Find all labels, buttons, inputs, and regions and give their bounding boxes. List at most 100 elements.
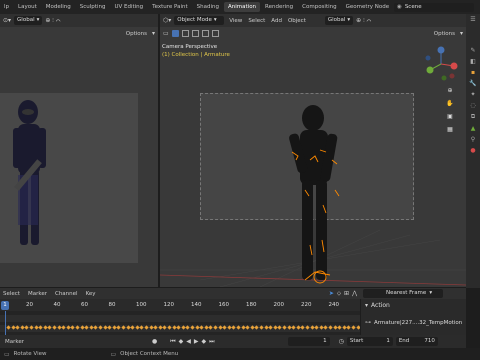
chevron-down-icon: ▾: [36, 17, 40, 23]
snap-toggle-icon[interactable]: ⊞: [344, 290, 349, 297]
timeline-tracks[interactable]: [0, 311, 360, 335]
right-orientation-dropdown[interactable]: Global ▾: [324, 16, 354, 25]
select-mode-intersect[interactable]: [211, 30, 219, 37]
start-frame-field[interactable]: Start 1: [346, 337, 393, 346]
select-mode-extend[interactable]: [181, 30, 189, 37]
editor-type-icon[interactable]: ⬡▾: [163, 17, 171, 24]
play-reverse-icon[interactable]: ◀: [186, 338, 191, 345]
particles-icon[interactable]: ✦: [470, 91, 475, 98]
right-tool-row: ▭ Options ▾: [160, 27, 466, 40]
timeline-menu-key[interactable]: Key: [84, 291, 98, 297]
right-options-menu[interactable]: Options: [432, 31, 457, 37]
timeline-ruler[interactable]: 120406080100120140160180200220240 1: [0, 299, 360, 311]
end-label: End: [398, 338, 410, 344]
start-value: 1: [386, 338, 390, 344]
camera-properties-icon[interactable]: ◧: [470, 58, 476, 65]
menu-add[interactable]: Add: [269, 18, 284, 24]
grid-icon[interactable]: ▦: [445, 124, 455, 134]
constraints-icon[interactable]: ⧉: [471, 113, 475, 121]
proportional-icon[interactable]: ⋀: [352, 290, 357, 297]
workspace-tab-rendering[interactable]: Rendering: [261, 2, 297, 12]
tool-icon[interactable]: ✎: [470, 47, 475, 54]
menu-select[interactable]: Select: [246, 18, 267, 24]
modifier-icon[interactable]: 🔧: [469, 80, 476, 87]
workspace-tab-layout[interactable]: Layout: [14, 2, 41, 12]
workspace-tab-animation[interactable]: Animation: [224, 2, 261, 12]
physics-icon[interactable]: ◌: [470, 102, 475, 109]
chevron-down-icon: ▾: [459, 30, 463, 37]
chevron-down-icon: ▾: [213, 17, 217, 23]
render-properties-icon[interactable]: ☰: [470, 16, 475, 23]
timeline-header: Select Marker Channel Key ➤ ⬦ ⊞ ⋀: [0, 288, 360, 299]
bone-icon[interactable]: ⚲: [471, 136, 475, 143]
hand-pan-icon[interactable]: ✋: [445, 98, 455, 108]
chevron-down-icon[interactable]: ▾: [365, 302, 368, 309]
character-figure-left: [13, 100, 46, 245]
timeline-tick: 240: [328, 302, 340, 308]
zoom-icon[interactable]: ⊕: [445, 85, 455, 95]
prev-keyframe-icon[interactable]: ◆: [179, 338, 184, 345]
workspace-tab-uv-editing[interactable]: UV Editing: [110, 2, 147, 12]
select-tool-icon[interactable]: ➤: [329, 290, 334, 297]
current-frame-field[interactable]: 1: [287, 337, 330, 346]
timeline-tick: 20: [26, 302, 33, 308]
jump-end-icon[interactable]: ⏭: [209, 338, 214, 346]
workspace-tab-modeling[interactable]: Modeling: [42, 2, 75, 12]
workspace-tab-lp[interactable]: lp: [0, 2, 13, 12]
left-options-menu[interactable]: Options: [124, 31, 149, 37]
navigation-gizmo[interactable]: [422, 44, 460, 82]
workspace-tab-sculpting[interactable]: Sculpting: [76, 2, 110, 12]
mouse-icon: ▭: [4, 350, 10, 358]
snap-icon[interactable]: ⊕ ⫶ ⌒: [45, 17, 60, 25]
workspace-tab-texture-paint[interactable]: Texture Paint: [148, 2, 192, 12]
timeline-menu-marker[interactable]: Marker: [26, 291, 49, 297]
timeline-tick: 40: [53, 302, 61, 308]
status-left-text: Rotate View: [13, 351, 47, 357]
next-keyframe-icon[interactable]: ◆: [202, 338, 207, 345]
right-viewport[interactable]: Camera Perspective (1) Collection | Arma…: [160, 40, 466, 287]
workspace-tab-shading[interactable]: Shading: [193, 2, 223, 12]
properties-sidebar: ☰ ✎ ◧ ▪ 🔧 ✦ ◌ ⧉ ▲ ⚲ ●: [466, 14, 480, 288]
filter-icon[interactable]: ⬦: [337, 290, 341, 298]
workspace-tab-geometry-node[interactable]: Geometry Node: [342, 2, 394, 12]
object-properties-icon[interactable]: ▪: [471, 69, 475, 76]
clock-icon[interactable]: ◷: [339, 338, 344, 345]
status-bar: ▭ Rotate View ▭ Object Context Menu: [0, 348, 480, 360]
workspace-tabs-bar: lp Layout Modeling Sculpting UV Editing Textu…: [0, 0, 480, 14]
scene-selector[interactable]: ◉ Scene: [394, 2, 474, 12]
timeline-tick: 120: [163, 302, 175, 308]
select-mode-invert[interactable]: [201, 30, 209, 37]
playback-bar: Marker ● ⏮ ◆ ◀ ▶ ◆ ⏭ 1 ◷ Start 1 End 710: [0, 335, 466, 348]
record-icon[interactable]: ●: [152, 338, 157, 345]
camera-view-icon[interactable]: ▣: [445, 111, 455, 121]
timeline-menu-select[interactable]: Select: [1, 291, 22, 297]
menu-view[interactable]: View: [227, 18, 244, 24]
action-panel: ▾ Action ⊶ Armature|227....32_TempMotion: [360, 299, 466, 335]
timeline-menu-channel[interactable]: Channel: [53, 291, 80, 297]
select-mode-new[interactable]: [171, 30, 179, 37]
pivot-icon[interactable]: ⊙▾: [3, 17, 11, 24]
data-icon[interactable]: ▲: [471, 125, 476, 132]
material-icon[interactable]: ●: [470, 147, 475, 154]
interpolation-dropdown[interactable]: Nearest Frame ▾: [363, 289, 443, 298]
scene-drawing: [160, 105, 466, 287]
select-box-icon[interactable]: ▭: [163, 30, 169, 37]
snap-icon[interactable]: ⊕ ⫶ ⌒: [356, 17, 371, 25]
left-viewport[interactable]: [0, 40, 158, 287]
jump-start-icon[interactable]: ⏮: [170, 338, 175, 346]
left-viewport-header: ⊙▾ Global ▾ ⊕ ⫶ ⌒: [0, 14, 158, 27]
left-options-row: Options ▾: [0, 27, 158, 40]
menu-object[interactable]: Object: [286, 18, 308, 24]
play-icon[interactable]: ▶: [194, 338, 199, 345]
end-frame-field[interactable]: End 710: [395, 337, 438, 346]
left-orientation-dropdown[interactable]: Global ▾: [14, 16, 43, 25]
viewport-overlay-text: Camera Perspective (1) Collection | Arma…: [162, 44, 230, 58]
marker-menu[interactable]: Marker: [3, 339, 26, 345]
current-frame-indicator[interactable]: 1: [1, 301, 9, 310]
mode-dropdown[interactable]: Object Mode ▾: [174, 16, 225, 25]
action-name-field[interactable]: Armature|227....32_TempMotion: [374, 320, 462, 326]
select-mode-subtract[interactable]: [191, 30, 199, 37]
timeline-tick: 100: [136, 302, 147, 308]
workspace-tab-compositing[interactable]: Compositing: [298, 2, 340, 12]
viewport-nav-buttons: ⊕ ✋ ▣ ▦: [445, 85, 455, 134]
